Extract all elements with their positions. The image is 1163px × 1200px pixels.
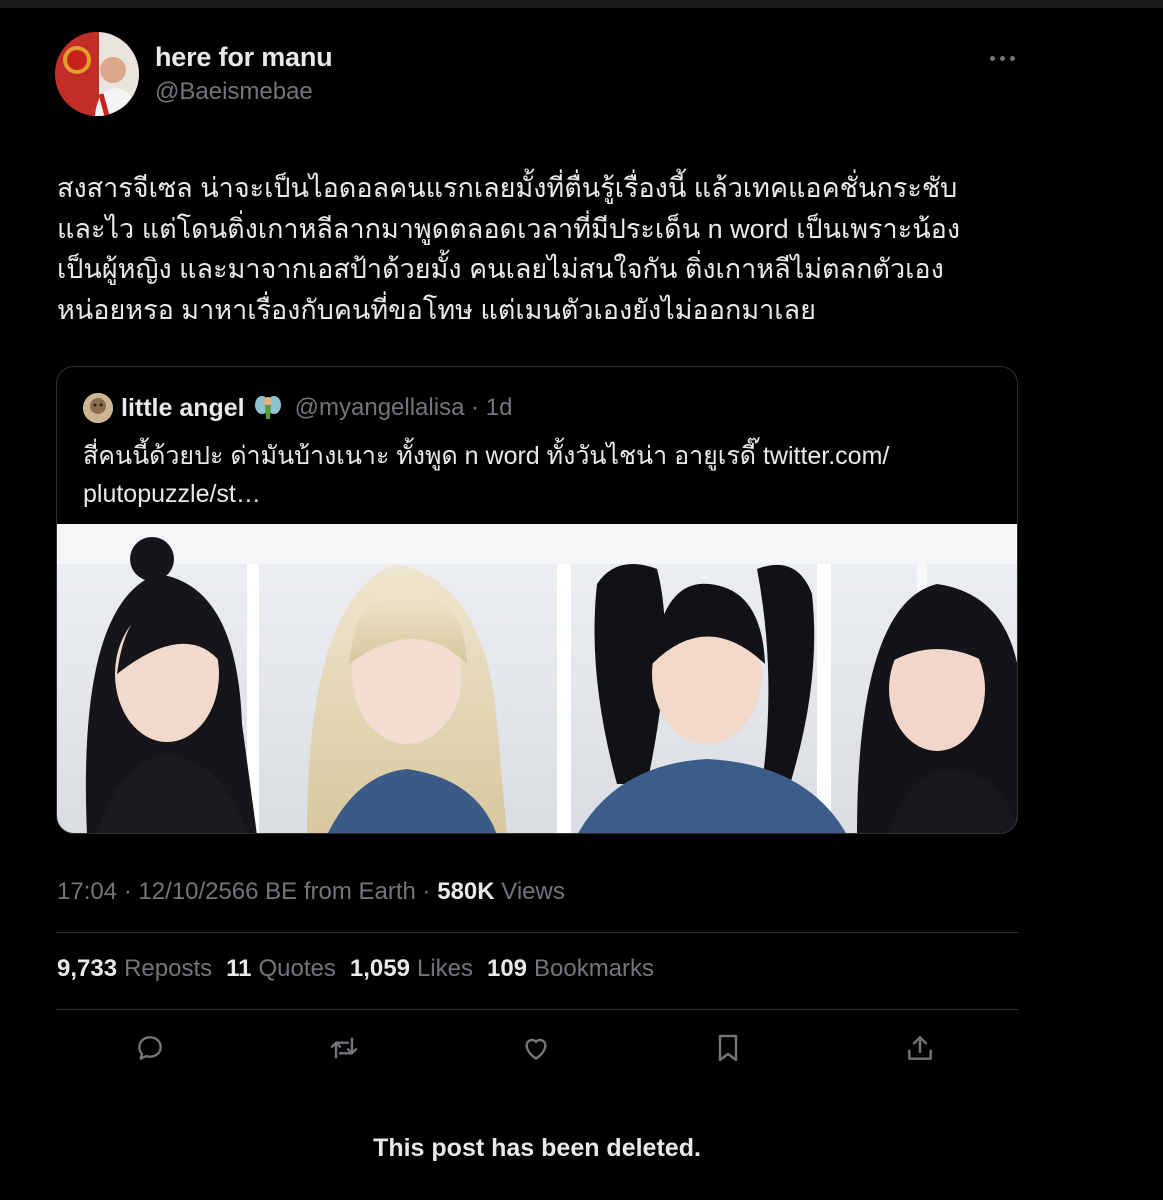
quoted-post-text: สี่คนนี้ด้วยปะ ด่ามันบ้างเนาะ ทั้งพูด n …: [83, 442, 890, 508]
reposts-stat[interactable]: 9,733 Reposts: [57, 955, 212, 983]
action-bar: [56, 1028, 1018, 1068]
post-text: สงสารจีเซล น่าจะเป็นไอดอลคนแรกเลยมั้งที่…: [57, 173, 961, 325]
quoted-author-avatar[interactable]: [83, 393, 113, 423]
divider: [56, 932, 1018, 933]
quoted-author-handle[interactable]: @myangellalisa · 1d: [295, 394, 513, 422]
author-avatar[interactable]: [55, 32, 139, 116]
top-edge: [0, 0, 1163, 8]
bookmarks-stat[interactable]: 109 Bookmarks: [487, 955, 654, 983]
likes-stat[interactable]: 1,059 Likes: [350, 955, 473, 983]
post-header: here for manu @Baeismebae: [55, 32, 1020, 116]
views-count: 580K: [437, 878, 495, 905]
share-icon[interactable]: [900, 1028, 940, 1068]
fairy-emoji-icon: [253, 393, 283, 423]
engagement-stats: 9,733 Reposts 11 Quotes 1,059 Likes 109 Book…: [57, 955, 654, 983]
views-label: Views: [494, 878, 565, 905]
divider: [56, 1009, 1018, 1010]
author-handle[interactable]: @Baeismebae: [155, 78, 313, 106]
like-icon[interactable]: [516, 1028, 556, 1068]
reply-icon[interactable]: [130, 1028, 170, 1068]
bookmark-icon[interactable]: [708, 1028, 748, 1068]
quotes-stat[interactable]: 11 Quotes: [226, 955, 336, 983]
deleted-post-notice: This post has been deleted.: [373, 1134, 701, 1162]
author-display-name[interactable]: here for manu: [155, 42, 333, 73]
quoted-author-name[interactable]: little angel: [121, 394, 245, 423]
repost-icon[interactable]: [324, 1028, 364, 1068]
quoted-post-image[interactable]: [57, 524, 1017, 833]
post-metadata: 17:04 · 12/10/2566 BE from Earth · 580K …: [57, 878, 565, 906]
quoted-post[interactable]: little angel @myangellalisa · 1d สี่คนนี…: [56, 366, 1018, 834]
post-timestamp[interactable]: 17:04 · 12/10/2566 BE from Earth ·: [57, 878, 437, 905]
more-icon[interactable]: [984, 46, 1020, 70]
quoted-post-header: little angel @myangellalisa · 1d: [83, 391, 512, 425]
